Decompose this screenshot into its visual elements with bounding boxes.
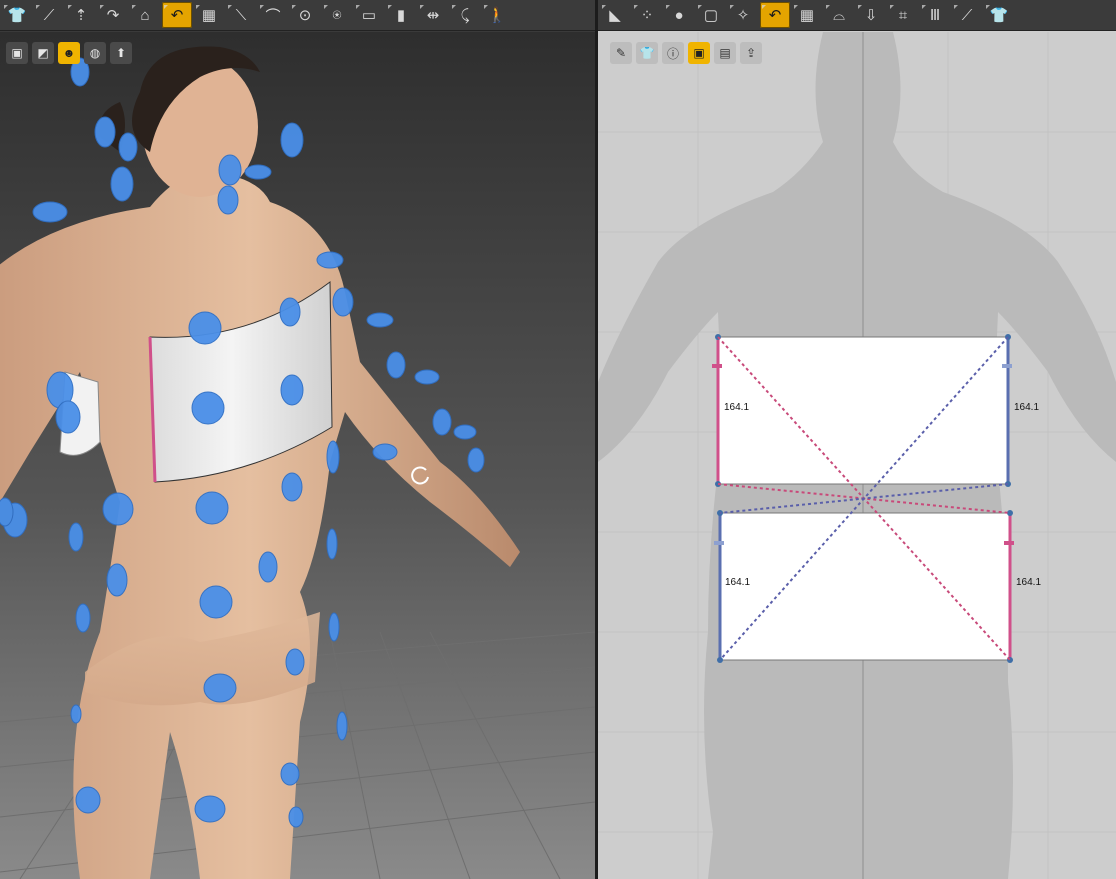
- arrangement-point[interactable]: [366, 312, 394, 328]
- arrangement-point[interactable]: [110, 166, 134, 202]
- points-icon[interactable]: ⁘: [632, 2, 662, 28]
- arrangement-point[interactable]: [218, 154, 242, 186]
- arrangement-point[interactable]: [75, 786, 101, 814]
- arrangement-point[interactable]: [244, 164, 272, 180]
- wand-icon[interactable]: ⟋: [34, 2, 64, 28]
- back-right-length-label: 164.1: [1016, 577, 1042, 588]
- fabric-icon[interactable]: ▮: [386, 2, 416, 28]
- walk-icon[interactable]: 🚶: [482, 2, 512, 28]
- 3d-sub-toolbar: ▣ ◩ ☻ ◍ ⬆: [6, 42, 132, 64]
- 2d-sub-toolbar: ✎ 👕 ⓘ ▣ ▤ ⇪: [610, 42, 762, 64]
- shirt-icon[interactable]: 👕: [2, 2, 32, 28]
- arrangement-point[interactable]: [32, 201, 68, 223]
- 3d-scene[interactable]: [0, 32, 595, 879]
- rectangle-icon[interactable]: ▢: [696, 2, 726, 28]
- curve-icon[interactable]: ⤹: [450, 2, 480, 28]
- arrangement-point[interactable]: [194, 795, 226, 823]
- arrangement-point[interactable]: [332, 287, 354, 317]
- back-left-length-label: 164.1: [725, 577, 751, 588]
- arrangement-point[interactable]: [106, 563, 128, 597]
- arrangement-point[interactable]: [279, 297, 301, 327]
- avatar-size-icon[interactable]: ⍟: [322, 2, 352, 28]
- arrangement-point[interactable]: [280, 374, 304, 406]
- grid-icon[interactable]: ▦: [792, 2, 822, 28]
- fold-icon[interactable]: ↶: [760, 2, 790, 28]
- tack-icon[interactable]: ⌒: [258, 2, 288, 28]
- fold-icon[interactable]: ↶: [162, 2, 192, 28]
- pen-icon[interactable]: ✎: [610, 42, 632, 64]
- arrangement-point[interactable]: [288, 806, 304, 828]
- zip-icon[interactable]: ⇩: [856, 2, 886, 28]
- arrangement-point[interactable]: [280, 762, 300, 786]
- dart-icon[interactable]: ✧: [728, 2, 758, 28]
- arrangement-point[interactable]: [281, 472, 303, 502]
- texture-icon[interactable]: ▤: [714, 42, 736, 64]
- pleat-icon[interactable]: ⌓: [824, 2, 854, 28]
- arrangement-point[interactable]: [199, 585, 233, 619]
- plane-icon[interactable]: ◩: [32, 42, 54, 64]
- arrangement-point[interactable]: [188, 311, 222, 345]
- info-icon[interactable]: ⓘ: [662, 42, 684, 64]
- line-icon[interactable]: ⟋: [952, 2, 982, 28]
- garment-icon[interactable]: ⇡: [66, 2, 96, 28]
- arrangement-point[interactable]: [68, 522, 84, 552]
- 2d-toolbar: ◣ ⁘ ● ▢ ✧ ↶ ▦ ⌓ ⇩ ⌗ Ⅲ ⟋ 👕: [598, 0, 1116, 31]
- arrangement-point[interactable]: [326, 528, 338, 560]
- avatar-icon[interactable]: ⌂: [130, 2, 160, 28]
- arrangement-point[interactable]: [280, 122, 304, 158]
- arrangement-point[interactable]: [258, 551, 278, 583]
- front-right-length-label: 164.1: [1014, 402, 1040, 413]
- sew-icon[interactable]: ⌗: [888, 2, 918, 28]
- cube-icon[interactable]: ▣: [688, 42, 710, 64]
- arrangement-point[interactable]: [191, 391, 225, 425]
- 2d-pattern-window[interactable]: ◣ ⁘ ● ▢ ✧ ↶ ▦ ⌓ ⇩ ⌗ Ⅲ ⟋ 👕 164.1 164.1 16…: [598, 0, 1116, 879]
- pattern-piece-back[interactable]: [714, 510, 1014, 663]
- split-icon[interactable]: ⇹: [418, 2, 448, 28]
- arrangement-point[interactable]: [102, 492, 134, 526]
- arrangement-point[interactable]: [70, 704, 82, 724]
- arrangement-point[interactable]: [217, 185, 239, 215]
- multi-sew-icon[interactable]: Ⅲ: [920, 2, 950, 28]
- arrangement-icon[interactable]: ⬆: [110, 42, 132, 64]
- arrangement-point[interactable]: [203, 673, 237, 703]
- 2d-viewport[interactable]: 164.1 164.1 164.1 164.1 ✎ 👕 ⓘ ▣ ▤ ⇪: [598, 32, 1116, 879]
- grid-icon[interactable]: ▦: [194, 2, 224, 28]
- arrangement-point[interactable]: [453, 424, 477, 440]
- arrangement-point[interactable]: [328, 612, 340, 642]
- 3d-viewport[interactable]: ▣ ◩ ☻ ◍ ⬆: [0, 32, 595, 879]
- tape-icon[interactable]: ▭: [354, 2, 384, 28]
- polygon-icon[interactable]: ◣: [600, 2, 630, 28]
- arrangement-point[interactable]: [414, 369, 440, 385]
- arrangement-point[interactable]: [118, 132, 138, 162]
- arrangement-point[interactable]: [386, 351, 406, 379]
- 3d-window[interactable]: 👕 ⟋ ⇡ ↷ ⌂ ↶ ▦ ⟍ ⌒ ⊙ ⍟ ▭ ▮ ⇹ ⤹ 🚶 ▣ ◩ ☻ ◍ …: [0, 0, 595, 879]
- circle-icon[interactable]: ●: [664, 2, 694, 28]
- globe-icon[interactable]: ◍: [84, 42, 106, 64]
- arrangement-point[interactable]: [94, 116, 116, 148]
- arrangement-point[interactable]: [336, 711, 348, 741]
- avatar-skin-icon[interactable]: ☻: [58, 42, 80, 64]
- arrangement-point[interactable]: [195, 491, 229, 525]
- arrangement-point[interactable]: [432, 408, 452, 436]
- arrangement-point[interactable]: [285, 648, 305, 676]
- arrangement-point[interactable]: [326, 440, 340, 474]
- arrangement-point[interactable]: [372, 443, 398, 461]
- 2d-canvas[interactable]: [598, 32, 1116, 879]
- cube-icon[interactable]: ▣: [6, 42, 28, 64]
- arrangement-point[interactable]: [467, 447, 485, 473]
- 3d-toolbar: 👕 ⟋ ⇡ ↷ ⌂ ↶ ▦ ⟍ ⌒ ⊙ ⍟ ▭ ▮ ⇹ ⤹ 🚶: [0, 0, 595, 31]
- arrangement-point[interactable]: [0, 497, 14, 527]
- fold-line-icon[interactable]: ⟍: [226, 2, 256, 28]
- pattern-piece-front[interactable]: [712, 334, 1012, 487]
- arrangement-point[interactable]: [55, 400, 81, 434]
- arrangement-point[interactable]: [75, 603, 91, 633]
- tshirt-icon[interactable]: 👕: [636, 42, 658, 64]
- export-icon[interactable]: ⇪: [740, 42, 762, 64]
- tshirt-icon[interactable]: 👕: [984, 2, 1014, 28]
- arrangement-point[interactable]: [316, 251, 344, 269]
- front-left-length-label: 164.1: [724, 402, 750, 413]
- pin-icon[interactable]: ⊙: [290, 2, 320, 28]
- rotate-icon[interactable]: ↷: [98, 2, 128, 28]
